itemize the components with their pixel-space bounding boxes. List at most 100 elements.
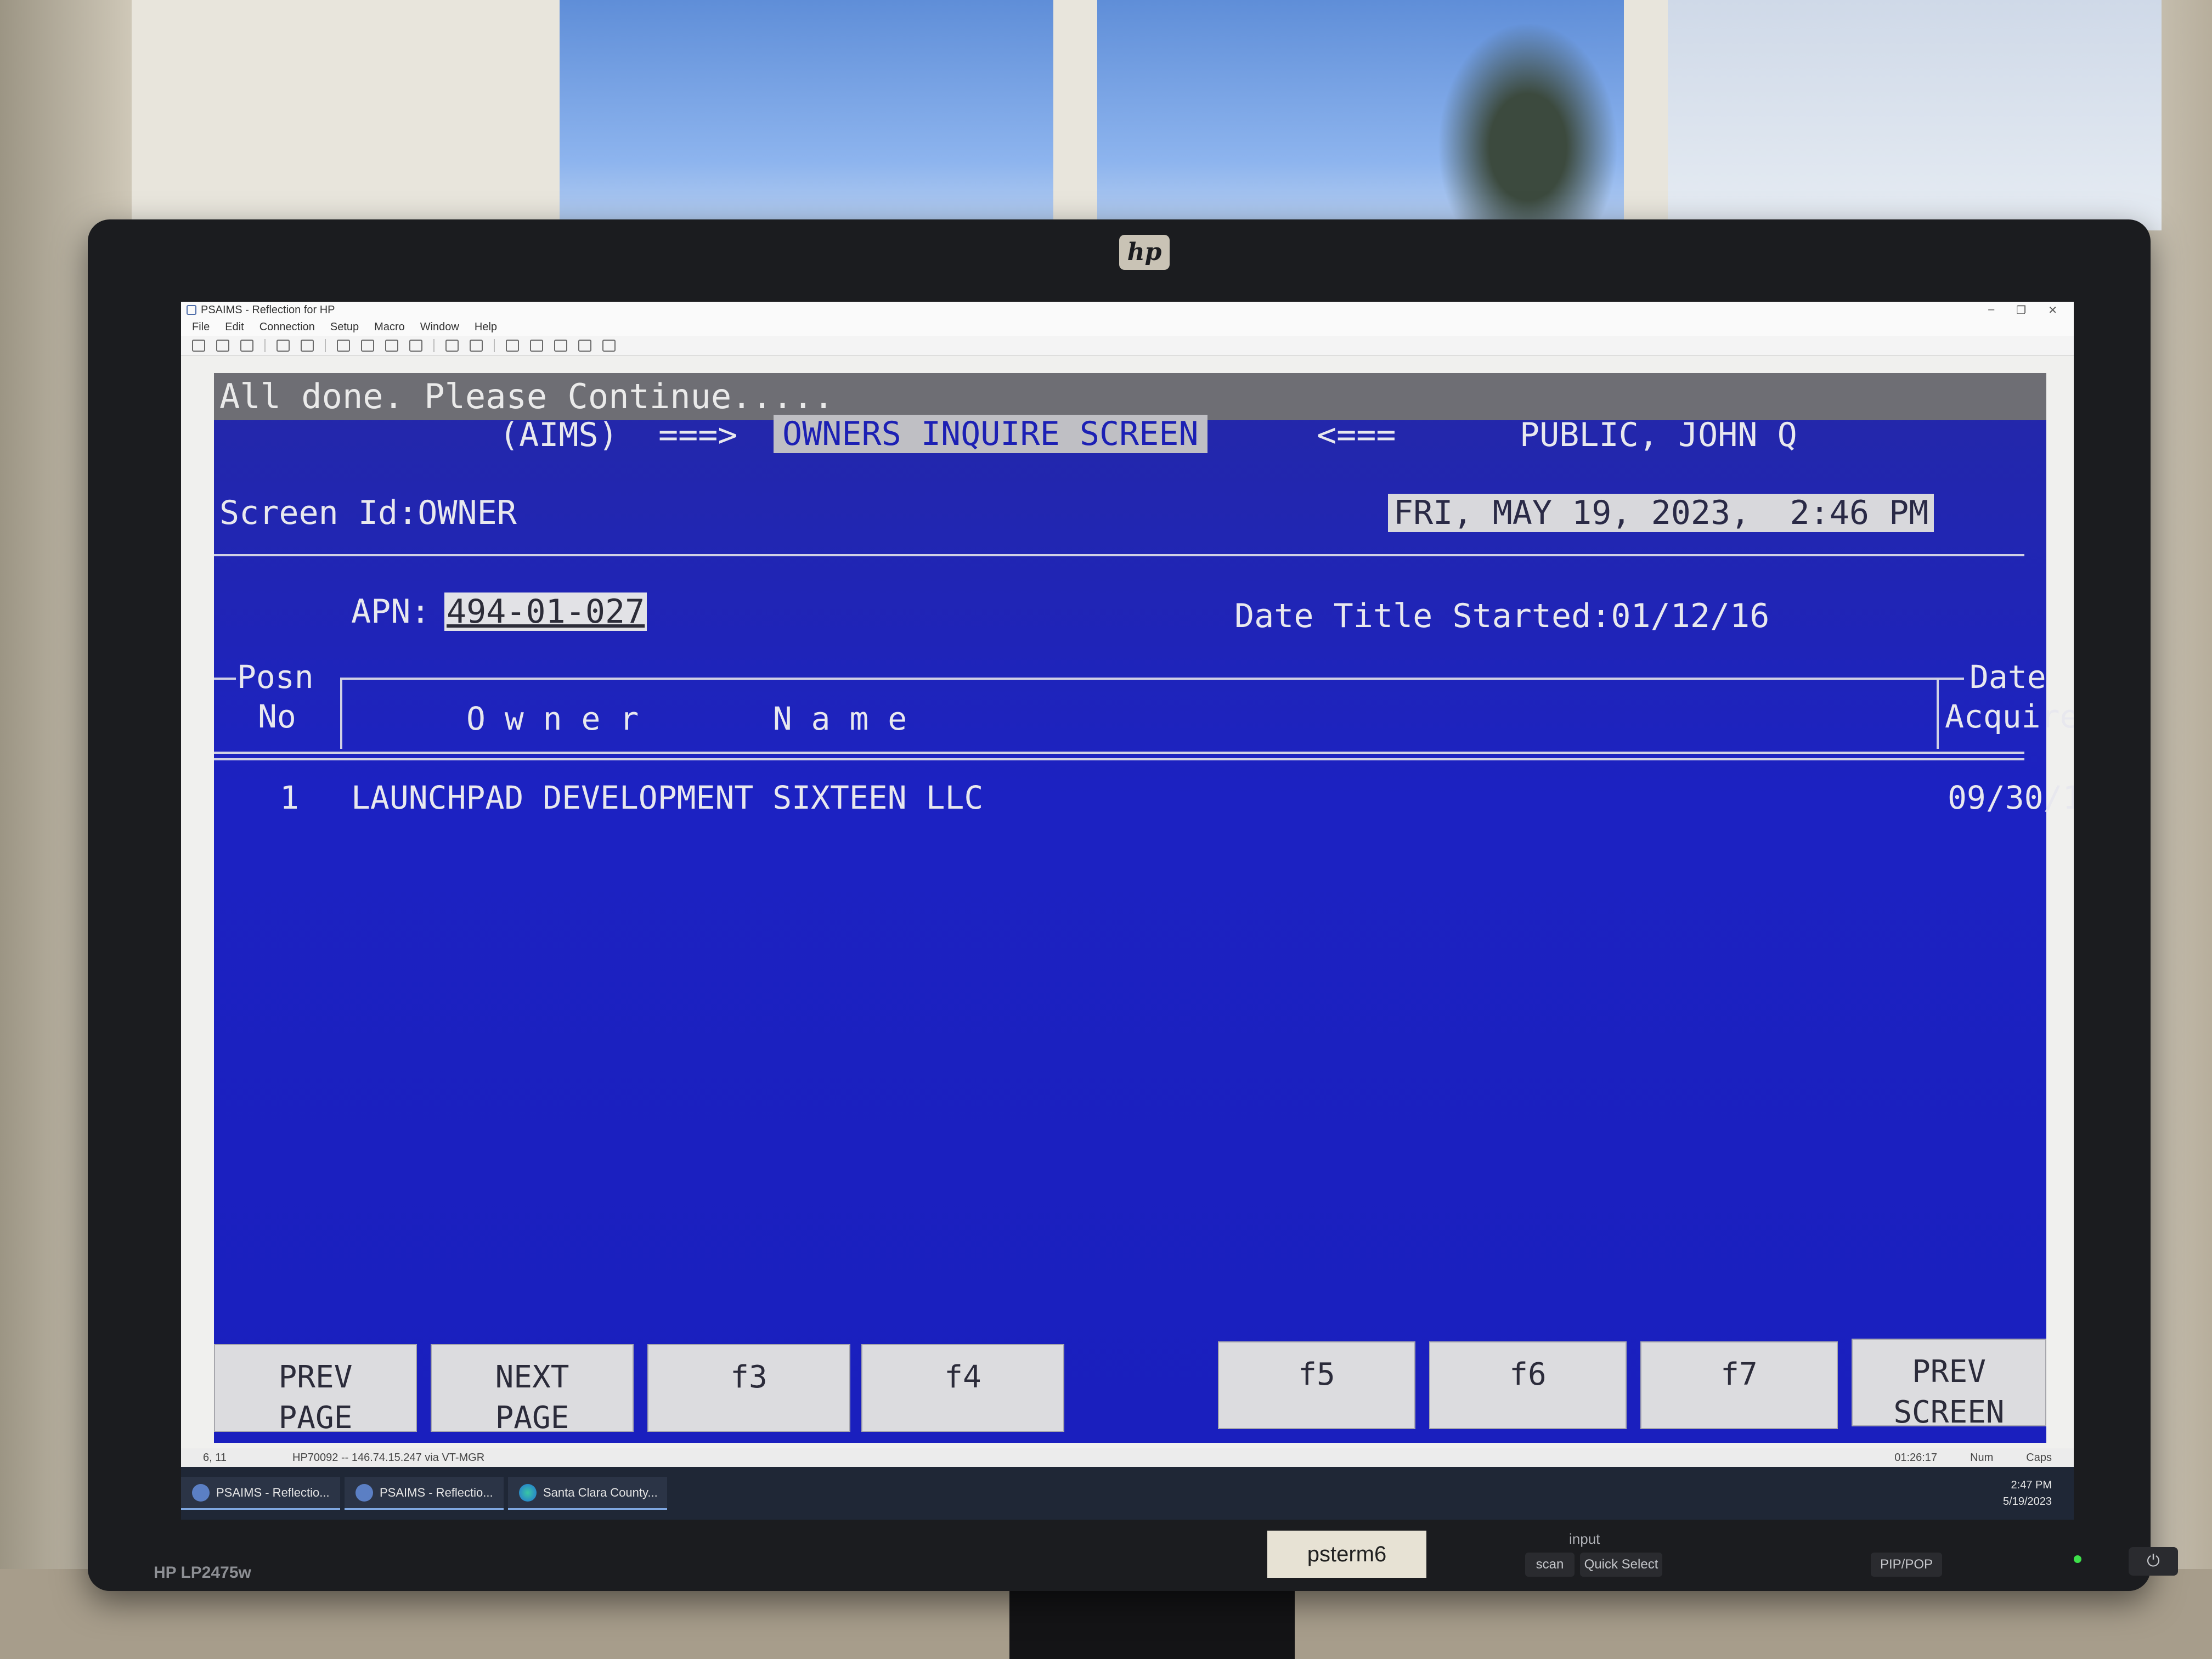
menu-connection[interactable]: Connection [259,321,315,334]
connect-icon[interactable] [385,339,398,352]
hp-logo: hp [1119,235,1170,270]
copy-icon[interactable] [337,339,350,352]
divider [1937,678,1939,749]
arrow-left: <=== [1317,416,1396,454]
app-icon [187,305,196,315]
open-folder-icon[interactable] [216,339,229,352]
divider [214,678,236,680]
help-icon[interactable] [602,339,616,352]
restore-icon[interactable]: ❐ [2016,303,2026,317]
apn-field[interactable]: 494-01-027 [444,592,647,631]
reflection-app-icon [192,1483,210,1502]
divider [340,678,1942,680]
paste-icon[interactable] [361,339,374,352]
window-titlebar: PSAIMS - Reflection for HP – ❐ ✕ [181,302,2074,318]
toolbar [181,336,2074,356]
toolbar-separator [264,338,266,352]
mouse-icon[interactable] [578,339,591,352]
print-icon[interactable] [276,339,290,352]
window-pane [560,0,1053,230]
scan-button[interactable]: scan [1525,1553,1575,1577]
row-posn: 1 [280,779,299,816]
taskbar-item-browser[interactable]: Santa Clara County... [508,1477,667,1510]
connection-info: HP70092 -- 146.74.15.247 via VT-MGR [292,1451,485,1464]
display-icon[interactable] [530,339,543,352]
transfer-icon[interactable] [409,339,422,352]
minimize-icon[interactable]: – [1988,303,1994,317]
caps-lock-indicator: Caps [2026,1451,2052,1464]
taskbar-item-psaims-2[interactable]: PSAIMS - Reflectio... [345,1477,504,1510]
f7-button[interactable]: f7 [1640,1341,1838,1429]
menu-macro[interactable]: Macro [374,321,405,334]
toolbar-separator [325,338,326,352]
input-label: input [1569,1531,1600,1547]
num-lock-indicator: Num [1970,1451,1994,1464]
apn-label: APN: [351,592,431,631]
cursor-position: 6, 11 [203,1451,227,1464]
new-file-icon[interactable] [192,339,205,352]
find-icon[interactable] [301,339,314,352]
monitor-stand [1009,1585,1295,1659]
status-message: All done. Please Continue..... [214,373,2046,420]
f4-button[interactable]: f4 [861,1344,1064,1432]
edge-browser-icon [519,1483,537,1502]
divider [1942,678,1964,680]
asset-tag-sticker: psterm6 [1267,1531,1426,1578]
taskbar-item-psaims-1[interactable]: PSAIMS - Reflectio... [181,1477,340,1510]
save-icon[interactable] [240,339,253,352]
terminal-screen[interactable]: All done. Please Continue..... (AIMS) ==… [214,373,2074,1443]
date-title-started: Date Title Started:01/12/16 [1234,597,1770,635]
system-clock[interactable]: 2:47 PM 5/19/2023 [2003,1477,2074,1510]
current-datetime: FRI, MAY 19, 2023, 2:46 PM [1388,494,1934,532]
next-page-button[interactable]: NEXT PAGE [431,1344,634,1436]
user-name: PUBLIC, JOHN Q [1520,416,1797,454]
record-macro-icon[interactable] [470,339,483,352]
clock-time: 2:47 PM [2011,1479,2052,1491]
divider [214,554,2024,556]
menu-bar: File Edit Connection Setup Macro Window … [181,318,2074,336]
play-macro-icon[interactable] [445,339,459,352]
toolbar-separator [433,338,435,352]
model-label: HP LP2475w [154,1564,251,1582]
menu-file[interactable]: File [192,321,210,334]
row-owner-name[interactable]: LAUNCHPAD DEVELOPMENT SIXTEEN LLC [351,779,983,816]
screen-title: OWNERS INQUIRE SCREEN [774,415,1207,453]
session-timer: 01:26:17 [1894,1451,1938,1464]
window-title: PSAIMS - Reflection for HP [201,303,335,316]
office-window [132,0,2162,236]
divider [340,678,342,749]
aims-label: (AIMS) [499,416,618,454]
taskbar: PSAIMS - Reflectio... PSAIMS - Reflectio… [181,1467,2074,1520]
f6-button[interactable]: f6 [1429,1341,1627,1429]
status-bar: 6, 11 HP70092 -- 146.74.15.247 via VT-MG… [181,1448,2074,1467]
col-acquired: Acquired [1945,698,2074,735]
prev-screen-button[interactable]: PREV SCREEN [1852,1339,2046,1430]
window-pane [1668,0,2162,230]
power-icon[interactable]: ⏻ [2129,1547,2178,1576]
menu-setup[interactable]: Setup [330,321,359,334]
quick-select-button[interactable]: Quick Select [1580,1553,1662,1577]
power-led [2074,1555,2081,1563]
taskbar-item-label: PSAIMS - Reflectio... [216,1485,330,1499]
col-no: No [258,698,296,735]
col-posn: Posn [237,658,314,696]
toolbar-separator [494,338,495,352]
taskbar-item-label: Santa Clara County... [543,1485,658,1499]
settings-icon[interactable] [506,339,519,352]
f3-button[interactable]: f3 [647,1344,850,1432]
screen-id: Screen Id:OWNER [219,494,517,532]
prev-page-button[interactable]: PREV PAGE [214,1344,417,1436]
col-date: Date [1970,658,2046,696]
menu-help[interactable]: Help [475,321,497,334]
clock-date: 5/19/2023 [2003,1496,2052,1508]
keyboard-icon[interactable] [554,339,567,352]
arrow-right: ===> [658,416,738,454]
pip-pop-button[interactable]: PIP/POP [1871,1553,1942,1577]
menu-window[interactable]: Window [420,321,459,334]
row-date-acquired: 09/30/15 [1948,779,2074,816]
col-owner-name: O w n e r N a m e [466,700,907,737]
screen: PSAIMS - Reflection for HP – ❐ ✕ File Ed… [181,302,2074,1520]
close-icon[interactable]: ✕ [2048,303,2057,317]
menu-edit[interactable]: Edit [225,321,244,334]
f5-button[interactable]: f5 [1218,1341,1415,1429]
